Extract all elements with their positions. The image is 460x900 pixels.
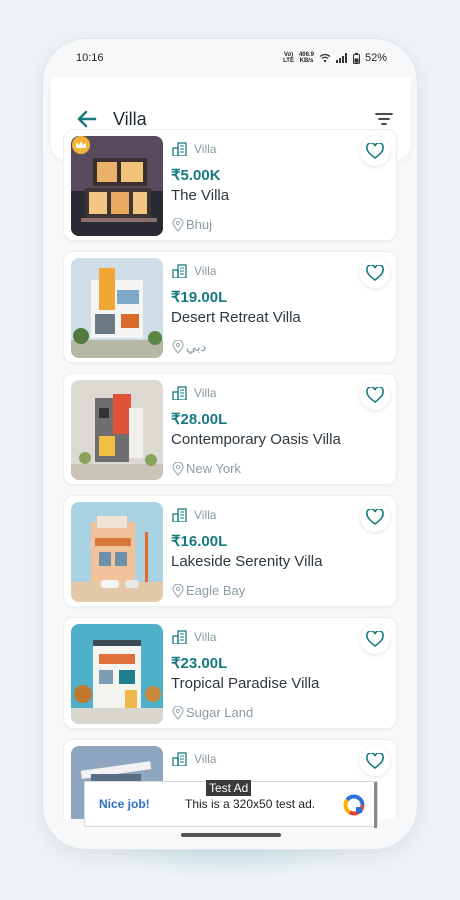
property-type: Villa [172, 386, 216, 400]
property-location-label: دبي [186, 339, 207, 354]
signal-icon [335, 53, 347, 63]
status-bar: 10:16 Vo) LTE 406.9 KB/s 52% [43, 39, 417, 77]
listing-card[interactable]: Villa ₹16.00L Lakeside Serenity Villa Ea… [63, 495, 397, 607]
property-type: Villa [172, 264, 216, 278]
property-price: ₹19.00L [171, 289, 228, 306]
heart-icon [366, 387, 384, 403]
location-pin-icon [172, 461, 184, 476]
property-name: Desert Retreat Villa [171, 309, 301, 326]
listing-card[interactable]: Villa ₹19.00L Desert Retreat Villa دبي [63, 251, 397, 363]
property-location-label: Eagle Bay [186, 583, 246, 598]
property-type: Villa [172, 752, 216, 766]
ad-scrollbar [374, 782, 377, 828]
property-type-label: Villa [194, 630, 217, 644]
property-type: Villa [172, 508, 216, 522]
heart-icon [366, 265, 384, 281]
location-pin-icon [172, 583, 184, 598]
wifi-icon [319, 53, 331, 63]
heart-icon [366, 509, 384, 525]
property-location: Bhuj [172, 217, 212, 232]
property-type: Villa [172, 630, 216, 644]
favorite-button[interactable] [360, 624, 390, 654]
status-time: 10:16 [76, 52, 104, 64]
phone-frame: 10:16 Vo) LTE 406.9 KB/s 52% Villa Villa… [42, 38, 418, 850]
status-icons: Vo) LTE 406.9 KB/s 52% [283, 52, 387, 64]
property-price: ₹16.00L [171, 533, 228, 550]
property-price: ₹5.00K [171, 167, 221, 184]
location-pin-icon [172, 705, 184, 720]
property-name: Tropical Paradise Villa [171, 675, 320, 692]
listing-card[interactable]: Villa ₹23.00L Tropical Paradise Villa Su… [63, 617, 397, 729]
property-price: ₹28.00L [171, 411, 228, 428]
heart-icon [366, 631, 384, 647]
battery-icon [352, 52, 360, 64]
property-name: Contemporary Oasis Villa [171, 431, 341, 448]
battery-percent: 52% [364, 52, 387, 64]
property-type-label: Villa [194, 508, 217, 522]
property-location: Eagle Bay [172, 583, 245, 598]
property-location-label: Bhuj [186, 217, 213, 232]
building-icon [172, 386, 187, 400]
property-type-label: Villa [194, 264, 217, 278]
back-arrow-icon[interactable] [75, 107, 99, 131]
property-location: New York [172, 461, 241, 476]
favorite-button[interactable] [360, 502, 390, 532]
property-location: Sugar Land [172, 705, 253, 720]
ad-text: This is a 320x50 test ad. [185, 797, 316, 811]
filter-icon[interactable] [373, 108, 395, 130]
page-title: Villa [113, 108, 147, 129]
heart-icon [366, 753, 384, 769]
listing-card[interactable]: Villa ₹5.00K The Villa Bhuj [63, 129, 397, 241]
home-indicator[interactable] [181, 833, 281, 837]
favorite-button[interactable] [360, 136, 390, 166]
network-speed: 406.9 KB/s [298, 52, 314, 64]
ad-tag: Test Ad [206, 780, 252, 796]
location-pin-icon [172, 340, 184, 354]
building-icon [172, 630, 187, 644]
favorite-button[interactable] [360, 380, 390, 410]
volte-indicator: Vo) LTE [283, 52, 294, 64]
heart-icon [366, 143, 384, 159]
property-location: دبي [172, 339, 206, 355]
property-name: The Villa [171, 187, 230, 204]
property-location-label: Sugar Land [186, 705, 254, 720]
favorite-button[interactable] [360, 746, 390, 776]
property-type-label: Villa [194, 386, 217, 400]
property-type: Villa [172, 142, 216, 156]
building-icon [172, 142, 187, 156]
favorite-button[interactable] [360, 258, 390, 288]
property-name: Lakeside Serenity Villa [171, 553, 323, 570]
property-thumbnail [71, 258, 163, 358]
location-pin-icon [172, 217, 184, 232]
property-location-label: New York [186, 461, 241, 476]
property-thumbnail [71, 624, 163, 724]
building-icon [172, 752, 187, 766]
premium-badge-icon [72, 136, 90, 154]
property-thumbnail [71, 502, 163, 602]
ad-logo-icon [343, 794, 365, 816]
property-type-label: Villa [194, 752, 217, 766]
property-type-label: Villa [194, 142, 217, 156]
property-price: ₹23.00L [171, 655, 228, 672]
listing-list: Villa ₹5.00K The Villa Bhuj Villa ₹19.00… [63, 129, 399, 819]
listing-card[interactable]: Villa ₹28.00L Contemporary Oasis Villa N… [63, 373, 397, 485]
building-icon [172, 508, 187, 522]
building-icon [172, 264, 187, 278]
property-thumbnail [71, 380, 163, 480]
ad-headline: Nice job! [99, 797, 150, 811]
